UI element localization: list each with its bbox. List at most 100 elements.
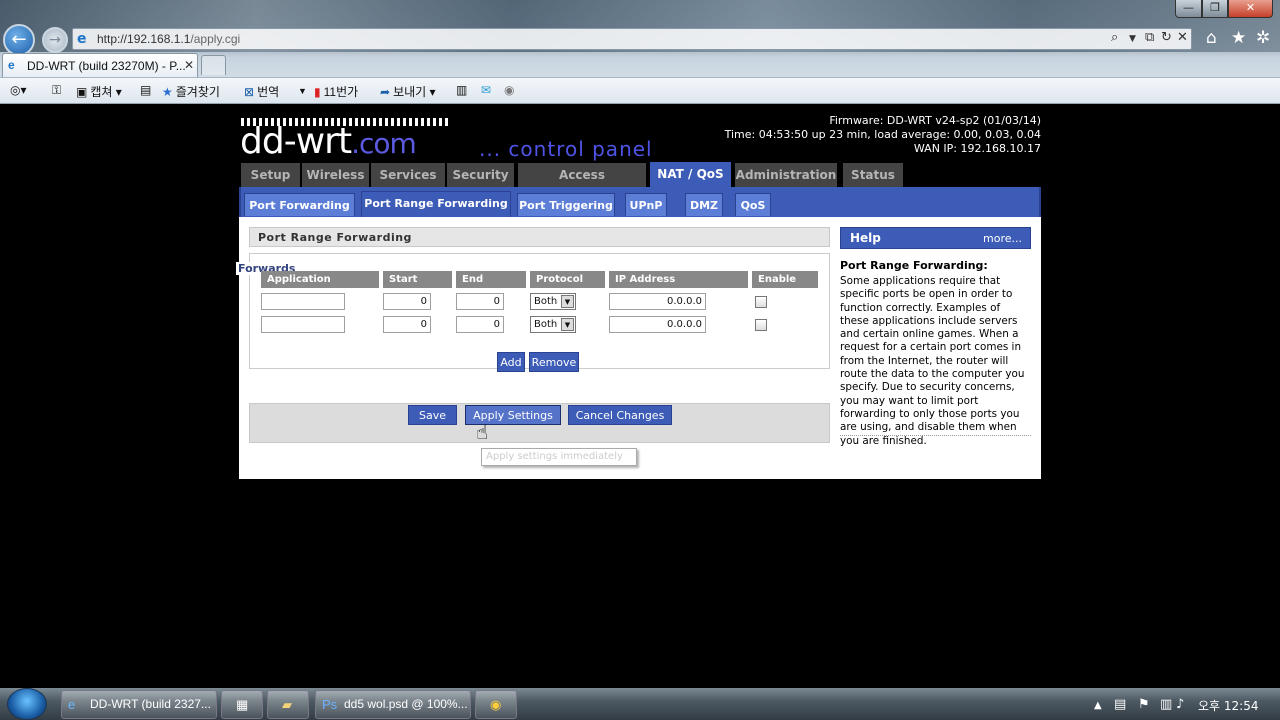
command-shop[interactable]: ▮ 11번가 [314, 83, 358, 100]
refresh-icon[interactable]: ↻ [1161, 30, 1172, 45]
start-button[interactable] [7, 688, 47, 720]
enable-checkbox[interactable] [755, 296, 767, 308]
taskbar-app[interactable]: ▦ [221, 690, 263, 719]
sub-tabs: Port Forwarding Port Range Forwarding Po… [239, 187, 1041, 217]
url-host: http://192.168.1.1 [97, 32, 191, 46]
close-tab-icon[interactable]: ✕ [184, 58, 194, 72]
url-path: /apply.cgi [190, 32, 241, 46]
dropdown-arrow-icon: ▼ [561, 318, 574, 331]
protocol-value: Both [534, 296, 558, 307]
tools-gear-icon[interactable]: ✲ [1256, 28, 1270, 48]
subtab-port-triggering[interactable]: Port Triggering [517, 193, 615, 216]
taskbar-explorer[interactable]: ▰ [267, 690, 309, 719]
col-application: Application [261, 271, 379, 288]
ip-address-input[interactable]: 0.0.0.0 [609, 293, 706, 310]
ie-page-icon: e [77, 31, 87, 47]
minimize-button[interactable]: — [1175, 0, 1202, 18]
maximize-button[interactable]: ❐ [1202, 0, 1228, 18]
favorites-label: 즐겨찾기 [175, 85, 220, 99]
key-icon[interactable]: ⚿ [52, 83, 61, 98]
favorites-star-icon[interactable]: ★ [1231, 28, 1246, 48]
browser-tab[interactable]: e DD-WRT (build 23270M) - P... ✕ [2, 53, 198, 77]
home-icon[interactable]: ⌂ [1206, 28, 1217, 48]
tray-volume-icon[interactable]: ♪ [1176, 697, 1184, 712]
tray-flag-icon[interactable]: ⚑ [1138, 697, 1150, 712]
taskbar-clock[interactable]: 오후 12:54 [1198, 697, 1258, 714]
tab-status[interactable]: Status [843, 163, 903, 187]
tray-expand-icon[interactable]: ▲ [1094, 700, 1102, 711]
cancel-changes-button[interactable]: Cancel Changes [568, 405, 672, 425]
capture-icon: ▣ [76, 85, 88, 99]
tab-wireless[interactable]: Wireless [302, 163, 369, 187]
end-port-input[interactable]: 0 [456, 316, 504, 333]
subtab-qos[interactable]: QoS [735, 193, 771, 216]
command-capture[interactable]: ▣ 캡쳐 ▾ [76, 83, 122, 100]
protocol-select[interactable]: Both ▼ [530, 316, 576, 333]
note-icon[interactable]: ▥ [456, 83, 467, 97]
command-favorites[interactable]: ★ 즐겨찾기 [162, 83, 220, 100]
taskbar-ie[interactable]: e DD-WRT (build 2327... [61, 690, 217, 719]
subtab-upnp[interactable]: UPnP [625, 193, 667, 216]
tab-nat-qos[interactable]: NAT / QoS [650, 162, 731, 187]
tab-access-restrictions[interactable]: Access Restrictions [518, 163, 646, 206]
tray-network-icon[interactable]: ▥ [1160, 697, 1172, 712]
control-panel-text: ... control panel [479, 137, 653, 161]
compat-view-icon[interactable]: ⧉ [1145, 30, 1154, 45]
photoshop-icon: Ps [322, 697, 338, 712]
dropdown-arrow-icon[interactable]: ▼ [1129, 34, 1136, 44]
ddwrt-logo[interactable]: dd-wrt.com [240, 121, 417, 164]
start-port-input[interactable]: 0 [383, 293, 431, 310]
logo-main: dd-wrt [240, 121, 352, 162]
command-translate[interactable]: ⊠ 번역 [244, 83, 279, 100]
tab-setup[interactable]: Setup [241, 163, 300, 187]
site-icon[interactable]: ◎▾ [10, 83, 27, 97]
subtab-port-forwarding[interactable]: Port Forwarding [244, 193, 355, 216]
stop-icon[interactable]: ✕ [1177, 30, 1188, 45]
twitter-icon[interactable]: ✉ [481, 83, 491, 97]
book-icon[interactable]: ▤ [140, 83, 151, 97]
tab-security[interactable]: Security [447, 163, 514, 187]
circle-menu-icon[interactable]: ◉ [504, 83, 514, 97]
taskbar-ie-label: DD-WRT (build 2327... [90, 697, 211, 711]
enable-checkbox[interactable] [755, 319, 767, 331]
tray-keyboard-icon[interactable]: ▤ [1114, 697, 1126, 712]
help-more-link[interactable]: more... [983, 228, 1022, 249]
taskbar-photoshop[interactable]: Ps dd5 wol.psd @ 100%... [315, 690, 471, 719]
subtab-dmz[interactable]: DMZ [685, 193, 723, 216]
dropdown-arrow-icon: ▼ [561, 295, 574, 308]
hand-cursor-icon: ☝ [476, 420, 489, 444]
shop-label: 11번가 [323, 85, 359, 99]
translate-icon: ⊠ [244, 85, 255, 99]
start-port-input[interactable]: 0 [383, 316, 431, 333]
command-send[interactable]: ➦ 보내기 ▾ [380, 83, 436, 100]
translate-label: 번역 [257, 85, 280, 99]
new-tab-button[interactable] [201, 55, 226, 75]
url-text[interactable]: http://192.168.1.1/apply.cgi [97, 32, 240, 46]
ip-address-input[interactable]: 0.0.0.0 [609, 316, 706, 333]
tab-administration[interactable]: Administration [735, 163, 837, 187]
add-button[interactable]: Add [497, 352, 525, 372]
save-button[interactable]: Save [408, 405, 457, 425]
close-window-button[interactable]: ✕ [1228, 0, 1273, 18]
address-bar[interactable]: e http://192.168.1.1/apply.cgi ⌕ ▼ ⧉ ↻ ✕ [72, 28, 1192, 50]
back-button[interactable]: ← [3, 24, 35, 56]
protocol-select[interactable]: Both ▼ [530, 293, 576, 310]
content-area: Port Range Forwarding Forwards Applicati… [236, 217, 1041, 479]
search-icon[interactable]: ⌕ [1111, 30, 1118, 45]
help-divider [840, 435, 1031, 436]
router-page: dd-wrt.com ... control panel Firmware: D… [236, 104, 1041, 479]
application-input[interactable] [261, 316, 345, 333]
forward-button[interactable]: → [42, 27, 68, 53]
subtab-port-range-forwarding[interactable]: Port Range Forwarding [361, 191, 511, 217]
remove-button[interactable]: Remove [529, 352, 579, 372]
end-port-input[interactable]: 0 [456, 293, 504, 310]
taskbar-chrome[interactable]: ◉ [475, 690, 517, 719]
help-title: Port Range Forwarding: [840, 259, 988, 272]
col-start: Start [383, 271, 452, 288]
browser-chrome: — ❐ ✕ ← → e http://192.168.1.1/apply.cgi… [0, 0, 1280, 104]
tab-services[interactable]: Services [371, 163, 445, 187]
tab-title: DD-WRT (build 23270M) - P... [27, 59, 186, 73]
dropdown-arrow-icon[interactable]: ▼ [298, 86, 307, 96]
command-bar: ◎▾ ⚿ ▣ 캡쳐 ▾ ▤ ★ 즐겨찾기 ⊠ 번역 ▼ ▮ 11번가 ➦ 보내기 ▾ ▥ … [0, 77, 1280, 104]
application-input[interactable] [261, 293, 345, 310]
